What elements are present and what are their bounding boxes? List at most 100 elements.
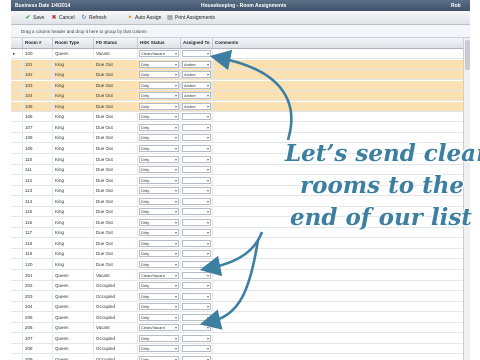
row-indicator[interactable] bbox=[11, 154, 23, 165]
group-by-drop-area[interactable]: Drag a column header and drop it here to… bbox=[11, 25, 470, 38]
hsk-status-dropdown[interactable]: Dirty ▾ bbox=[139, 292, 179, 300]
hsk-status-dropdown[interactable]: Dirty ▾ bbox=[139, 123, 179, 131]
assigned-to-dropdown[interactable]: Amber ▾ bbox=[182, 102, 211, 110]
row-indicator[interactable] bbox=[11, 323, 23, 334]
assigned-to-dropdown[interactable]: Amber ▾ bbox=[182, 71, 211, 79]
vertical-scrollbar[interactable] bbox=[463, 38, 470, 360]
table-row[interactable]: 202 Queen Occupied Dirty ▾ ▾ bbox=[11, 281, 470, 292]
assigned-to-dropdown[interactable]: ▾ bbox=[182, 282, 211, 290]
hsk-status-dropdown[interactable]: Dirty ▾ bbox=[139, 229, 179, 237]
user-name[interactable]: Rob bbox=[451, 3, 461, 9]
hsk-status-dropdown[interactable]: Dirty ▾ bbox=[139, 218, 179, 226]
assigned-to-dropdown[interactable]: ▾ bbox=[182, 229, 211, 237]
hsk-status-dropdown[interactable]: Dirty ▾ bbox=[139, 102, 179, 110]
assigned-to-dropdown[interactable]: ▾ bbox=[182, 144, 211, 152]
row-indicator[interactable] bbox=[11, 238, 23, 249]
row-indicator[interactable] bbox=[11, 143, 23, 154]
column-header-room-number[interactable]: Room # bbox=[23, 38, 53, 48]
row-indicator[interactable] bbox=[11, 270, 23, 281]
comments-cell[interactable] bbox=[213, 112, 463, 122]
hsk-status-dropdown[interactable]: Clean/Vacant ▾ bbox=[139, 324, 179, 332]
hsk-status-dropdown[interactable]: Dirty ▾ bbox=[139, 134, 179, 142]
column-header-room-type[interactable]: Room Type bbox=[53, 38, 94, 48]
row-indicator[interactable] bbox=[11, 312, 23, 323]
comments-cell[interactable] bbox=[213, 292, 463, 302]
hsk-status-dropdown[interactable]: Dirty ▾ bbox=[139, 60, 179, 68]
assigned-to-dropdown[interactable]: ▾ bbox=[182, 218, 211, 226]
assigned-to-dropdown[interactable]: ▾ bbox=[182, 176, 211, 184]
row-indicator[interactable] bbox=[11, 101, 23, 112]
table-row[interactable]: 206 Queen Vacant Clean/Vacant ▾ ▾ bbox=[11, 323, 470, 334]
row-indicator[interactable] bbox=[11, 80, 23, 91]
row-indicator[interactable] bbox=[11, 112, 23, 123]
assigned-to-dropdown[interactable]: ▾ bbox=[182, 113, 211, 121]
hsk-status-dropdown[interactable]: Dirty ▾ bbox=[139, 282, 179, 290]
assigned-to-dropdown[interactable]: ▾ bbox=[182, 292, 211, 300]
table-row[interactable]: 101 King Due Out Dirty ▾ Amber ▾ bbox=[11, 59, 470, 70]
comments-cell[interactable] bbox=[213, 355, 463, 360]
hsk-status-dropdown[interactable]: Dirty ▾ bbox=[139, 166, 179, 174]
row-indicator[interactable] bbox=[11, 133, 23, 144]
hsk-status-dropdown[interactable]: Dirty ▾ bbox=[139, 355, 179, 360]
hsk-status-dropdown[interactable]: Dirty ▾ bbox=[139, 208, 179, 216]
hsk-status-dropdown[interactable]: Dirty ▾ bbox=[139, 113, 179, 121]
row-indicator[interactable] bbox=[11, 59, 23, 70]
table-row[interactable]: ▸ 100 Queen Vacant Clean/Vacant ▾ ▾ bbox=[11, 49, 470, 59]
row-indicator[interactable] bbox=[11, 91, 23, 102]
comments-cell[interactable] bbox=[213, 239, 463, 249]
assigned-to-dropdown[interactable]: ▾ bbox=[182, 166, 211, 174]
row-indicator[interactable] bbox=[11, 70, 23, 81]
assigned-to-dropdown[interactable]: ▾ bbox=[182, 208, 211, 216]
assigned-to-dropdown[interactable]: Amber ▾ bbox=[182, 92, 211, 100]
row-indicator[interactable]: ▸ bbox=[11, 49, 23, 59]
row-indicator[interactable] bbox=[11, 217, 23, 228]
assigned-to-dropdown[interactable]: ▾ bbox=[182, 303, 211, 311]
table-row[interactable]: 203 Queen Occupied Dirty ▾ ▾ bbox=[11, 291, 470, 302]
hsk-status-dropdown[interactable]: Dirty ▾ bbox=[139, 345, 179, 353]
assigned-to-dropdown[interactable]: ▾ bbox=[182, 334, 211, 342]
assigned-to-dropdown[interactable]: ▾ bbox=[182, 250, 211, 258]
hsk-status-dropdown[interactable]: Clean/Vacant ▾ bbox=[139, 50, 179, 57]
hsk-status-dropdown[interactable]: Dirty ▾ bbox=[139, 144, 179, 152]
hsk-status-dropdown[interactable]: Clean/Vacant ▾ bbox=[139, 271, 179, 279]
hsk-status-dropdown[interactable]: Dirty ▾ bbox=[139, 261, 179, 268]
row-indicator[interactable] bbox=[11, 302, 23, 313]
comments-cell[interactable] bbox=[213, 302, 463, 312]
comments-cell[interactable] bbox=[213, 334, 463, 344]
assigned-to-dropdown[interactable]: ▾ bbox=[182, 313, 211, 321]
comments-cell[interactable] bbox=[213, 60, 463, 70]
assigned-to-dropdown[interactable]: Amber ▾ bbox=[182, 81, 211, 89]
row-indicator[interactable] bbox=[11, 333, 23, 344]
cancel-button[interactable]: ✖ Cancel bbox=[51, 13, 74, 22]
row-indicator[interactable] bbox=[11, 122, 23, 133]
refresh-button[interactable]: ↻ Refresh bbox=[81, 13, 106, 22]
assigned-to-dropdown[interactable]: ▾ bbox=[182, 197, 211, 205]
column-header-comments[interactable]: Comments bbox=[213, 38, 463, 48]
assigned-to-dropdown[interactable]: Amber ▾ bbox=[182, 60, 211, 68]
table-row[interactable]: 105 King Due Out Dirty ▾ Amber ▾ bbox=[11, 101, 470, 112]
row-indicator[interactable] bbox=[11, 207, 23, 218]
comments-cell[interactable] bbox=[213, 123, 463, 133]
hsk-status-dropdown[interactable]: Dirty ▾ bbox=[139, 334, 179, 342]
assigned-to-dropdown[interactable]: ▾ bbox=[182, 261, 211, 268]
assigned-to-dropdown[interactable]: ▾ bbox=[182, 239, 211, 247]
hsk-status-dropdown[interactable]: Dirty ▾ bbox=[139, 197, 179, 205]
row-indicator[interactable] bbox=[11, 165, 23, 176]
table-row[interactable]: 104 King Due Out Dirty ▾ Amber ▾ bbox=[11, 91, 470, 102]
comments-cell[interactable] bbox=[213, 102, 463, 112]
table-row[interactable]: 107 King Due Out Dirty ▾ ▾ bbox=[11, 122, 470, 133]
assigned-to-dropdown[interactable]: ▾ bbox=[182, 324, 211, 332]
table-row[interactable]: 119 King Due Out Dirty ▾ ▾ bbox=[11, 249, 470, 260]
assigned-to-dropdown[interactable]: ▾ bbox=[182, 123, 211, 131]
scrollbar-thumb[interactable] bbox=[465, 40, 470, 70]
row-indicator[interactable] bbox=[11, 175, 23, 186]
comments-cell[interactable] bbox=[213, 49, 463, 59]
table-row[interactable]: 103 King Due Out Dirty ▾ Amber ▾ bbox=[11, 80, 470, 91]
comments-cell[interactable] bbox=[213, 70, 463, 80]
row-indicator[interactable] bbox=[11, 249, 23, 260]
hsk-status-dropdown[interactable]: Dirty ▾ bbox=[139, 313, 179, 321]
auto-assign-button[interactable]: ✦ Auto Assign bbox=[127, 13, 161, 22]
table-row[interactable]: 118 King Due Out Dirty ▾ ▾ bbox=[11, 238, 470, 249]
hsk-status-dropdown[interactable]: Dirty ▾ bbox=[139, 239, 179, 247]
row-indicator[interactable] bbox=[11, 344, 23, 355]
